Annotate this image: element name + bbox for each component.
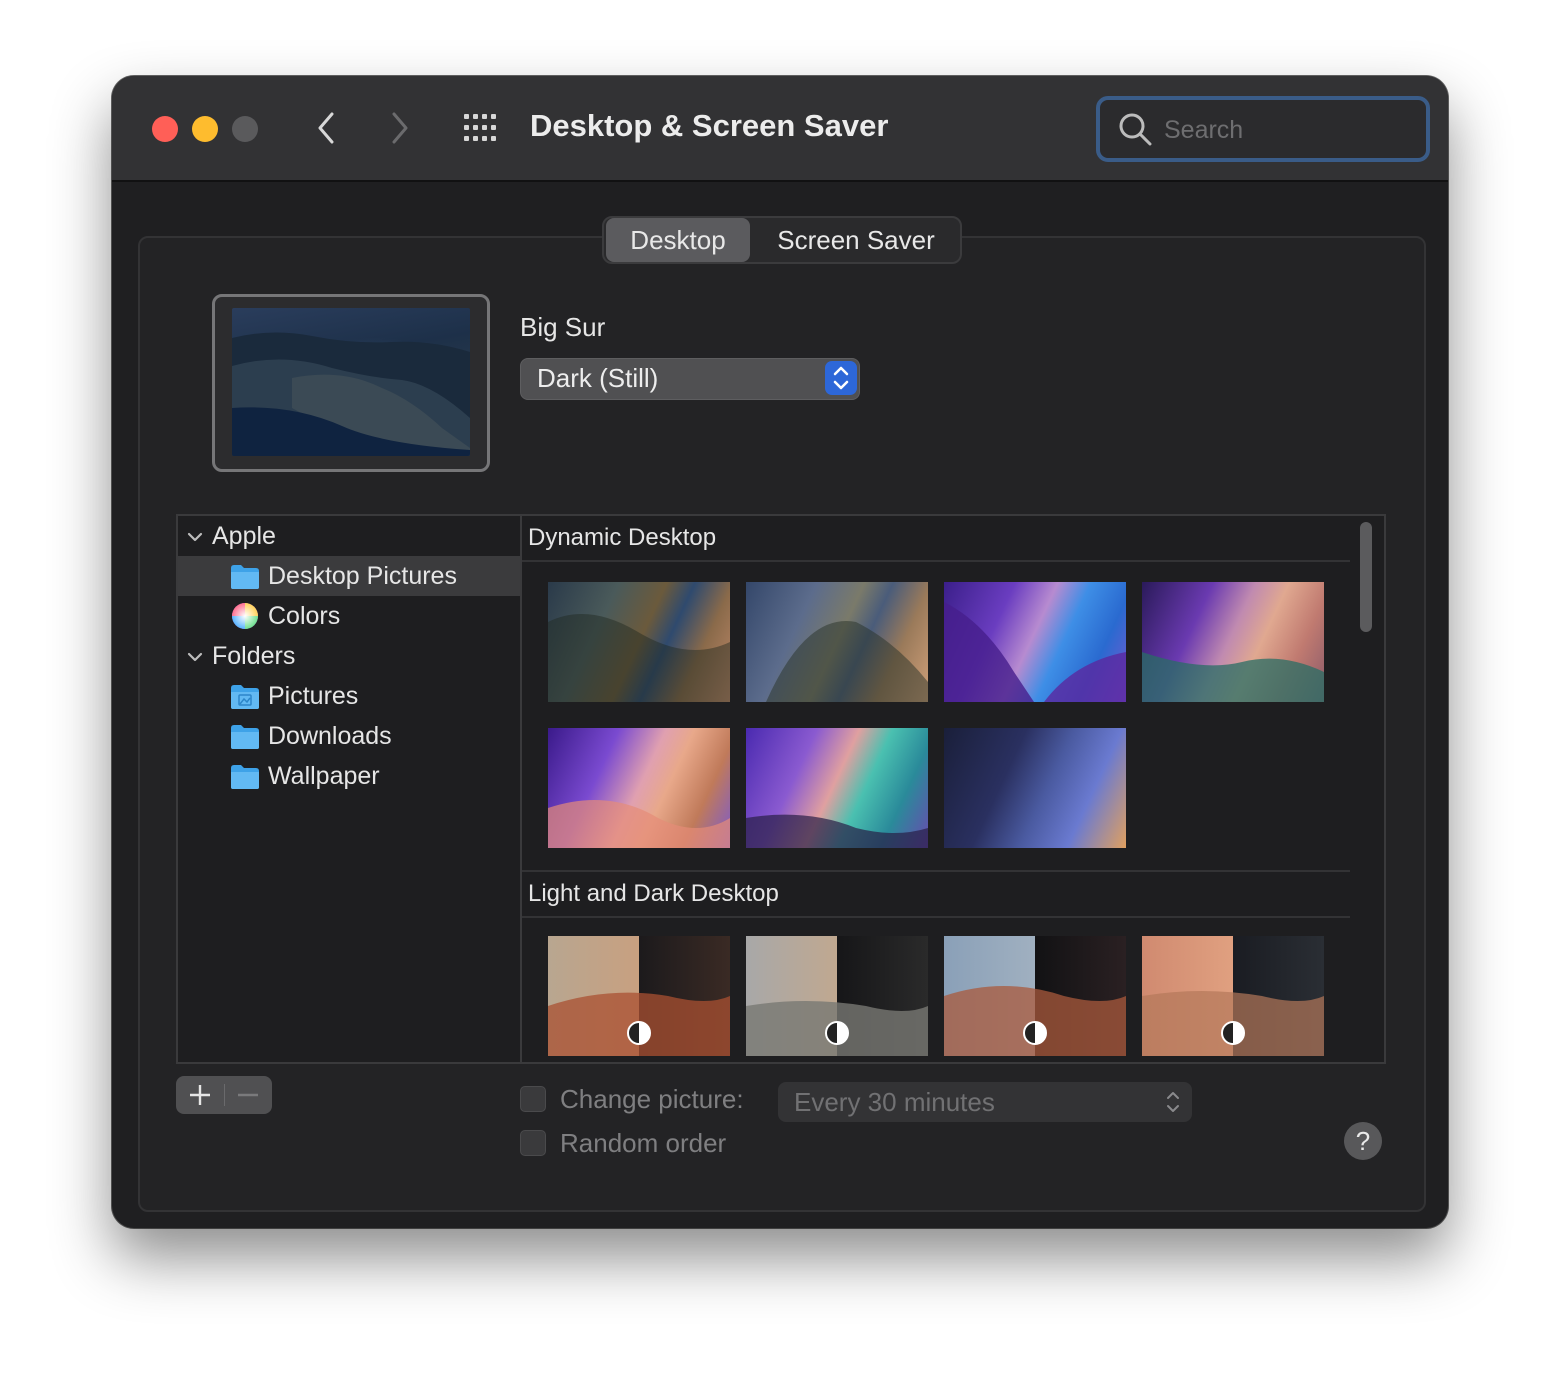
sidebar-item-label: Colors	[268, 602, 341, 630]
folder-icon	[231, 765, 259, 789]
tab-desktop[interactable]: Desktop	[606, 218, 750, 262]
wallpaper-thumbnail[interactable]	[548, 936, 730, 1056]
sidebar-item-wallpaper[interactable]: Wallpaper	[178, 756, 522, 796]
light-dark-icon	[825, 1021, 849, 1045]
wallpaper-gallery: Dynamic Desktop Light and Dark Desktop	[520, 514, 1354, 1064]
sidebar-item-label: Wallpaper	[268, 762, 380, 790]
add-remove-control	[176, 1076, 272, 1114]
sidebar-item-pictures[interactable]: Pictures	[178, 676, 522, 716]
plus-icon	[190, 1085, 210, 1105]
sidebar-group-apple[interactable]: Apple	[178, 516, 522, 556]
appearance-popup-value: Dark (Still)	[537, 363, 659, 393]
interval-popup[interactable]: Every 30 minutes	[778, 1082, 1192, 1122]
folder-icon	[231, 565, 259, 589]
remove-folder-button[interactable]	[224, 1076, 272, 1114]
wallpaper-preview-image	[232, 308, 470, 456]
sidebar-item-colors[interactable]: Colors	[178, 596, 522, 636]
close-button[interactable]	[152, 116, 178, 142]
section-header-dynamic: Dynamic Desktop	[522, 516, 1350, 562]
color-wheel-icon	[232, 603, 258, 629]
light-dark-icon	[1221, 1021, 1245, 1045]
interval-popup-value: Every 30 minutes	[794, 1087, 995, 1117]
zoom-button	[232, 116, 258, 142]
sidebar-item-label: Downloads	[268, 722, 392, 750]
wallpaper-thumbnail[interactable]	[1142, 582, 1324, 702]
pictures-folder-icon	[231, 685, 259, 709]
wallpaper-thumbnail[interactable]	[944, 582, 1126, 702]
wallpaper-thumbnail[interactable]	[944, 728, 1126, 848]
sidebar-item-downloads[interactable]: Downloads	[178, 716, 522, 756]
wallpaper-thumbnail[interactable]	[746, 582, 928, 702]
popup-stepper-icon	[1167, 1092, 1179, 1112]
light-dark-icon	[1023, 1021, 1047, 1045]
chevron-right-icon	[392, 112, 408, 144]
sidebar-item-desktop-pictures[interactable]: Desktop Pictures	[178, 556, 522, 596]
wallpaper-thumbnail[interactable]	[746, 728, 928, 848]
preferences-window: Desktop & Screen Saver Desktop Screen Sa…	[112, 76, 1448, 1228]
wallpaper-thumbnail[interactable]	[1142, 936, 1324, 1056]
grid-icon	[464, 114, 496, 141]
popup-stepper-icon	[825, 361, 857, 395]
wallpaper-thumbnail[interactable]	[548, 582, 730, 702]
wallpaper-name: Big Sur	[520, 312, 606, 342]
folder-icon	[231, 725, 259, 749]
wallpaper-thumbnail[interactable]	[746, 936, 928, 1056]
scrollbar-thumb[interactable]	[1360, 522, 1372, 632]
random-order-label: Random order	[560, 1128, 727, 1158]
sidebar-group-folders[interactable]: Folders	[178, 636, 522, 676]
section-header-light-dark: Light and Dark Desktop	[522, 870, 1350, 918]
chevron-down-icon[interactable]	[186, 648, 204, 666]
back-button[interactable]	[308, 106, 348, 150]
wallpaper-thumbnail[interactable]	[944, 936, 1126, 1056]
chevron-down-icon[interactable]	[186, 528, 204, 546]
sidebar-group-label: Apple	[212, 522, 276, 550]
sidebar-item-label: Pictures	[268, 682, 359, 710]
change-picture-checkbox[interactable]	[520, 1086, 546, 1112]
help-button[interactable]: ?	[1344, 1122, 1382, 1160]
minimize-button[interactable]	[192, 116, 218, 142]
forward-button[interactable]	[382, 106, 422, 150]
search-field[interactable]	[1096, 96, 1430, 162]
tab-screen-saver[interactable]: Screen Saver	[754, 218, 958, 262]
tab-bar: Desktop Screen Saver	[602, 216, 962, 264]
search-icon	[1119, 113, 1152, 146]
wallpaper-thumbnail[interactable]	[548, 728, 730, 848]
change-picture-label: Change picture:	[560, 1084, 744, 1114]
show-all-button[interactable]	[462, 112, 502, 144]
minus-icon	[238, 1093, 258, 1097]
section-title: Light and Dark Desktop	[528, 880, 779, 907]
wallpaper-preview	[212, 294, 490, 472]
sidebar-group-label: Folders	[212, 642, 296, 670]
sidebar-item-label: Desktop Pictures	[268, 562, 457, 590]
light-dark-icon	[627, 1021, 651, 1045]
big-sur-coast-image	[232, 332, 470, 456]
appearance-popup[interactable]: Dark (Still)	[520, 358, 860, 400]
chevron-left-icon	[318, 112, 334, 144]
gallery-scrollbar[interactable]	[1352, 514, 1386, 1064]
window-title: Desktop & Screen Saver	[530, 108, 889, 143]
title-bar: Desktop & Screen Saver	[112, 76, 1448, 182]
add-folder-button[interactable]	[176, 1076, 224, 1114]
source-list: Apple Desktop Pictures Colors Folders Pi…	[176, 514, 524, 1064]
search-input[interactable]	[1162, 110, 1416, 150]
random-order-checkbox[interactable]	[520, 1130, 546, 1156]
section-title: Dynamic Desktop	[528, 524, 717, 551]
